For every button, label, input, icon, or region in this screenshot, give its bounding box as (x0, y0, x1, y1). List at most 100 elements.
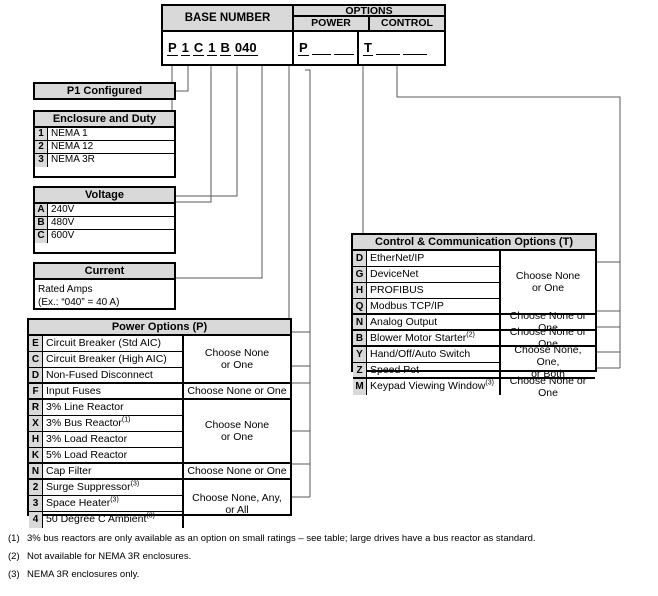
enclosure-rows: 1 NEMA 1 2 NEMA 12 3 NEMA 3R (35, 128, 174, 167)
row-label: 5% Load Reactor (46, 449, 128, 461)
row-code: 4 (29, 512, 43, 528)
row-code: N (29, 464, 43, 478)
row-label: Analog Output (370, 316, 438, 328)
table-row: N Cap Filter (29, 464, 182, 480)
footnote-number: (1) (8, 533, 20, 544)
table-row: X 3% Bus Reactor(1) (29, 416, 182, 432)
table-row: 2 Surge Suppressor(3) (29, 480, 182, 496)
row-code: C (29, 352, 43, 367)
table-row: M Keypad Viewing Window(3) (353, 379, 499, 395)
p1-configured-box: P1 Configured (33, 82, 176, 100)
table-row: C Circuit Breaker (High AIC) (29, 352, 182, 368)
current-title: Current (35, 264, 174, 280)
row-label: PROFIBUS (370, 284, 424, 296)
row-label: 240V (51, 204, 75, 215)
row-code: X (29, 416, 43, 431)
power-code-prefix: P (298, 39, 309, 56)
row-label: Surge Suppressor(3) (46, 480, 140, 494)
row-code: Z (353, 363, 367, 377)
row-label: NEMA 1 (51, 128, 88, 139)
table-row: C 600V (35, 230, 174, 243)
row-label: 600V (51, 230, 75, 241)
current-line-2: (Ex.: “040” = 40 A) (38, 297, 120, 308)
footnote-2: (2) Not available for NEMA 3R enclosures… (8, 551, 648, 562)
rule-cell: Choose None or One (501, 251, 595, 315)
code-char-2: C (192, 39, 205, 56)
row-code: B (35, 217, 48, 229)
row-label: Non-Fused Disconnect (46, 369, 153, 381)
row-code: N (353, 315, 367, 329)
model-code-block: BASE NUMBER OPTIONS POWER CONTROL P 1 C … (161, 4, 446, 66)
table-row: H PROFIBUS (353, 283, 499, 299)
table-row: K 5% Load Reactor (29, 448, 182, 464)
row-code: M (353, 379, 367, 395)
base-number-value: P 1 C 1 B 040 (163, 32, 294, 64)
code-block-headers: BASE NUMBER OPTIONS POWER CONTROL (163, 6, 444, 32)
code-char-0: P (167, 39, 178, 56)
diagram-canvas: BASE NUMBER OPTIONS POWER CONTROL P 1 C … (0, 0, 658, 596)
table-row: H 3% Load Reactor (29, 432, 182, 448)
table-row: B 480V (35, 217, 174, 230)
table-row: N Analog Output (353, 315, 499, 331)
row-code: D (29, 368, 43, 382)
current-box: Current Rated Amps (Ex.: “040” = 40 A) (33, 262, 176, 310)
control-code-blank-1 (375, 41, 400, 55)
table-row: R 3% Line Reactor (29, 400, 182, 416)
power-code-value: P (294, 32, 359, 64)
table-row: 3 NEMA 3R (35, 154, 174, 167)
footnote-1: (1) 3% bus reactors are only available a… (8, 533, 648, 544)
code-char-4: B (219, 39, 231, 56)
table-row: Q Modbus TCP/IP (353, 299, 499, 315)
rule-cell: Choose None, Any, or All (192, 492, 282, 516)
power-options-body: E Circuit Breaker (Std AIC) C Circuit Br… (29, 336, 290, 528)
control-header: CONTROL (381, 17, 433, 29)
row-code: 2 (35, 141, 48, 153)
footnote-number: (2) (8, 551, 20, 562)
rule-cell: Choose None or One (184, 464, 290, 480)
row-code: 3 (35, 154, 48, 167)
table-row: 4 50 Degree C Ambient(3) (29, 512, 182, 528)
rule-cell: Choose None or One (184, 336, 290, 384)
footnote-text: NEMA 3R enclosures only. (27, 569, 140, 580)
table-row: Y Hand/Off/Auto Switch (353, 347, 499, 363)
table-row: E Circuit Breaker (Std AIC) (29, 336, 182, 352)
options-header: OPTIONS (294, 6, 444, 17)
row-code: 3 (29, 496, 43, 511)
footnote-3: (3) NEMA 3R enclosures only. (8, 569, 648, 580)
rule-cell: Choose None or One (509, 375, 587, 399)
row-code: G (353, 267, 367, 282)
voltage-title: Voltage (35, 188, 174, 204)
row-code: A (35, 204, 48, 216)
row-code: Q (353, 299, 367, 313)
row-label: Hand/Off/Auto Switch (370, 348, 471, 360)
row-label: Circuit Breaker (Std AIC) (46, 337, 161, 349)
row-code: K (29, 448, 43, 462)
voltage-rows: A 240V B 480V C 600V (35, 204, 174, 243)
power-options-rules: Choose None or One Choose None or One Cho… (184, 336, 290, 528)
table-row: G DeviceNet (353, 267, 499, 283)
table-row: D Non-Fused Disconnect (29, 368, 182, 384)
control-options-items: D EtherNet/IP G DeviceNet H PROFIBUS Q M… (353, 251, 501, 395)
base-number-header: BASE NUMBER (163, 6, 294, 30)
control-code-blank-2 (402, 41, 427, 55)
code-block-values: P 1 C 1 B 040 P T (163, 32, 444, 64)
footnote-text: Not available for NEMA 3R enclosures. (27, 551, 192, 562)
control-options-title: Control & Communication Options (T) (353, 235, 595, 251)
p1-configured-title: P1 Configured (35, 84, 174, 98)
control-options-table: Control & Communication Options (T) D Et… (351, 233, 597, 399)
table-row: Z Speed Pot (353, 363, 499, 379)
options-header-group: OPTIONS POWER CONTROL (294, 6, 444, 30)
row-label: 3% Line Reactor (46, 401, 124, 413)
row-label: Modbus TCP/IP (370, 300, 444, 312)
row-label: Cap Filter (46, 465, 92, 477)
table-row: 2 NEMA 12 (35, 141, 174, 154)
power-header: POWER (294, 17, 370, 30)
control-options-rules: Choose None or One Choose None or One Cho… (501, 251, 595, 399)
row-label: Space Heater(3) (46, 496, 119, 510)
table-row: A 240V (35, 204, 174, 217)
rule-cell: Choose None or One (184, 400, 290, 464)
code-char-3: 1 (207, 39, 217, 56)
voltage-table: Voltage A 240V B 480V C 600V (33, 186, 176, 254)
row-label: Input Fuses (46, 385, 101, 397)
power-options-items: E Circuit Breaker (Std AIC) C Circuit Br… (29, 336, 184, 528)
